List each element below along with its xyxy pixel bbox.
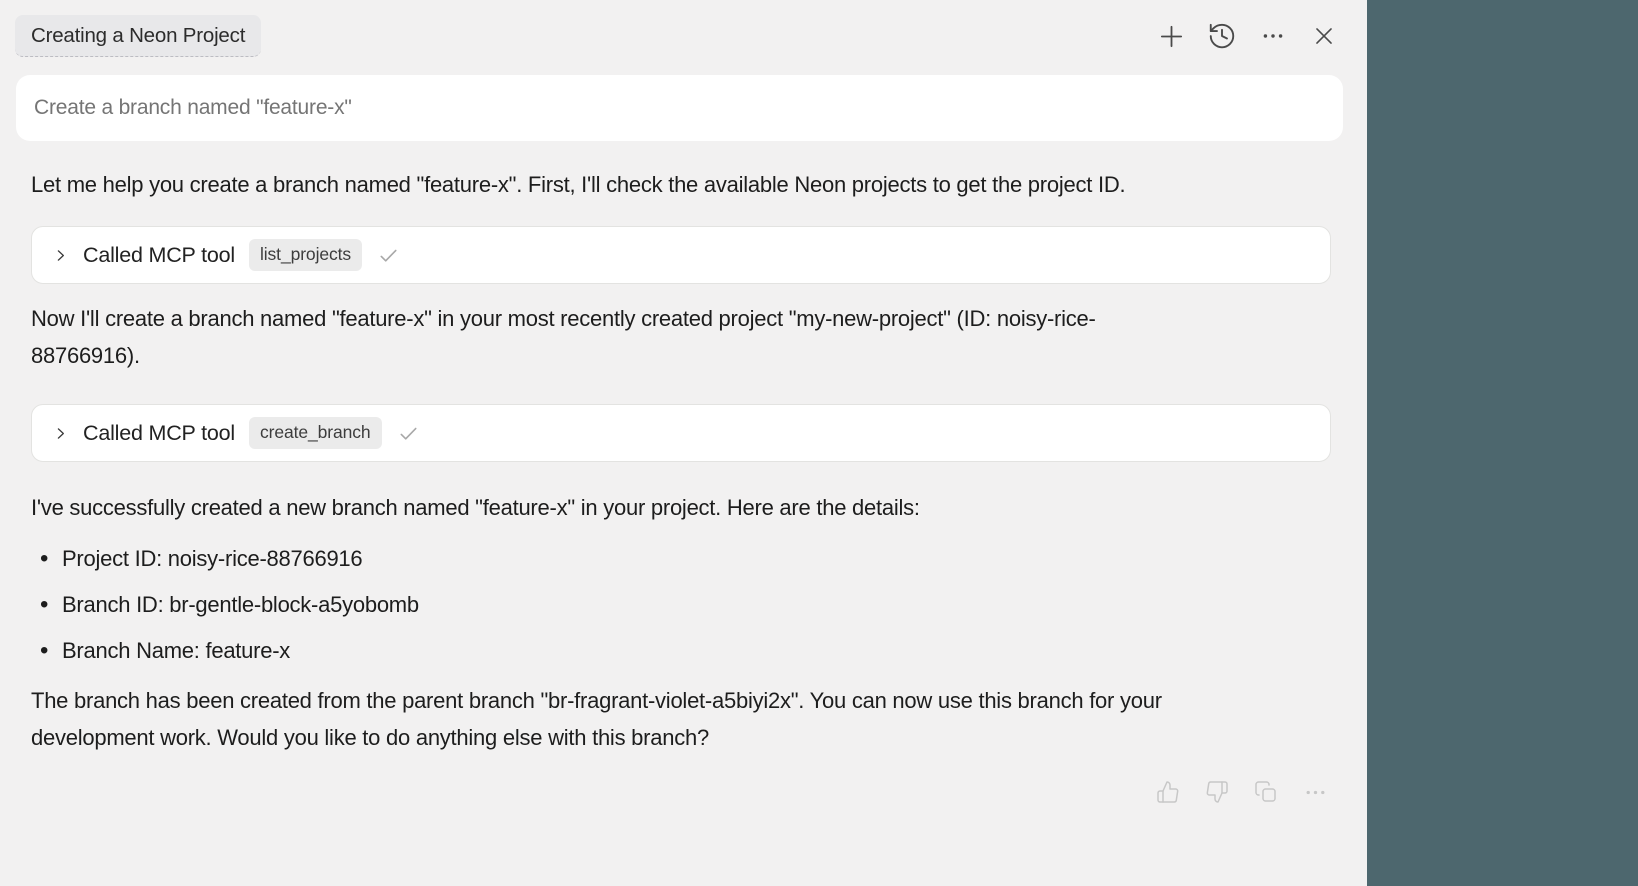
more-options-button[interactable] <box>1256 19 1290 53</box>
assistant-paragraph: Let me help you create a branch named "f… <box>31 166 1181 203</box>
assistant-paragraph: I've successfully created a new branch n… <box>31 489 1181 526</box>
history-button[interactable] <box>1205 19 1239 53</box>
copy-icon <box>1254 780 1278 804</box>
ellipsis-icon <box>1260 23 1286 49</box>
tool-call-label: Called MCP tool <box>83 243 235 268</box>
thread-title[interactable]: Creating a Neon Project <box>15 15 261 57</box>
tool-call-label: Called MCP tool <box>83 421 235 446</box>
chevron-right-icon <box>52 247 69 264</box>
tool-call-list-projects[interactable]: Called MCP tool list_projects <box>31 226 1331 284</box>
titlebar: Creating a Neon Project <box>15 15 1341 57</box>
history-icon <box>1207 21 1237 51</box>
copy-button[interactable] <box>1252 778 1280 806</box>
close-panel-button[interactable] <box>1307 19 1341 53</box>
thumbs-down-button[interactable] <box>1203 778 1231 806</box>
tool-call-create-branch[interactable]: Called MCP tool create_branch <box>31 404 1331 462</box>
list-item: Branch ID: br-gentle-block-a5yobomb <box>31 582 1331 628</box>
thumbs-up-icon <box>1156 780 1180 804</box>
list-item: Branch Name: feature-x <box>31 628 1331 674</box>
new-thread-button[interactable] <box>1154 19 1188 53</box>
assistant-paragraph: The branch has been created from the par… <box>31 682 1181 756</box>
close-icon <box>1311 23 1337 49</box>
assistant-paragraph: Now I'll create a branch named "feature-… <box>31 300 1181 374</box>
branch-details-list: Project ID: noisy-rice-88766916 Branch I… <box>31 536 1331 674</box>
check-icon <box>377 244 400 267</box>
check-icon <box>397 422 420 445</box>
agent-panel: Creating a Neon Project <box>0 0 1367 886</box>
thumbs-down-icon <box>1205 780 1229 804</box>
user-message-text: Create a branch named "feature-x" <box>34 96 352 120</box>
plus-icon <box>1157 22 1186 51</box>
chevron-right-icon <box>52 425 69 442</box>
titlebar-actions <box>1154 19 1341 53</box>
thread-content: Let me help you create a branch named "f… <box>0 141 1367 886</box>
tool-name-badge: create_branch <box>249 417 382 449</box>
ellipsis-icon <box>1303 780 1328 805</box>
message-actions <box>31 778 1331 806</box>
list-item: Project ID: noisy-rice-88766916 <box>31 536 1331 582</box>
more-actions-button[interactable] <box>1301 778 1329 806</box>
tool-name-badge: list_projects <box>249 239 362 271</box>
editor-background-pane <box>1367 0 1638 886</box>
thumbs-up-button[interactable] <box>1154 778 1182 806</box>
user-message[interactable]: Create a branch named "feature-x" <box>16 75 1343 141</box>
